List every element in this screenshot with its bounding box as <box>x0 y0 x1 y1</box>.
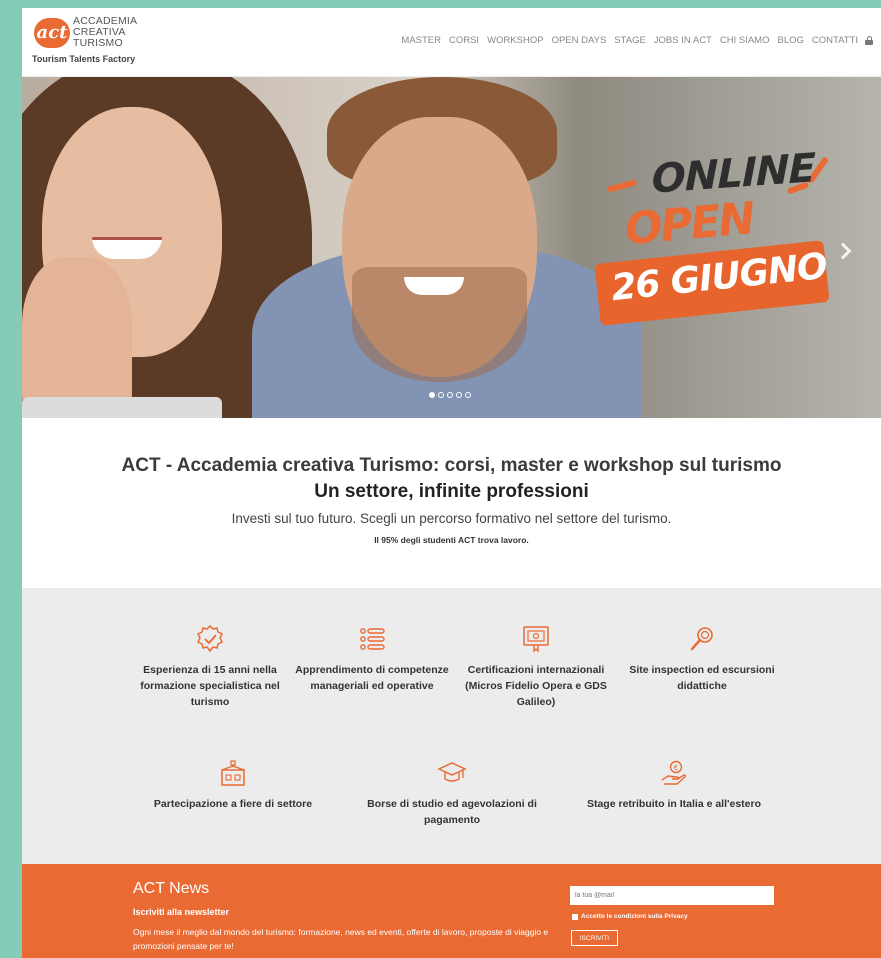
subscribe-button[interactable]: ISCRIVITI <box>571 930 618 946</box>
svg-text:€: € <box>674 764 678 772</box>
feature-fairs: Partecipazione a fiere di settore <box>148 758 318 812</box>
badge-check-icon <box>196 624 224 653</box>
logo-mark: act <box>34 18 70 48</box>
feature-label: Esperienza di 15 anni nella formazione s… <box>140 664 280 708</box>
lock-icon[interactable] <box>865 36 873 45</box>
intro-text: Investi sul tuo futuro. Scegli un percor… <box>231 511 672 526</box>
feature-skills: Apprendimento di competenze manageriali … <box>292 624 452 694</box>
feature-label: Borse di studio ed agevolazioni di pagam… <box>367 798 537 826</box>
feature-label: Apprendimento di competenze manageriali … <box>295 664 449 692</box>
hand-coin-icon: € <box>661 760 687 785</box>
newsletter-email-input[interactable] <box>570 886 774 905</box>
fair-stand-icon <box>221 760 245 786</box>
certificate-monitor-icon <box>523 626 549 653</box>
logo-tagline: Tourism Talents Factory <box>32 54 136 64</box>
graduation-cap-icon <box>437 762 467 782</box>
slider-dot[interactable] <box>465 392 471 398</box>
hero-slider[interactable]: ONLINE OPEN DAY 26 GIUGNO <box>22 77 881 418</box>
slider-dot[interactable] <box>438 392 444 398</box>
slider-dot[interactable] <box>429 392 435 398</box>
newsletter-title: ACT News <box>133 880 210 897</box>
feature-scholarships: Borse di studio ed agevolazioni di pagam… <box>353 758 551 828</box>
page-title: ACT - Accademia creativa Turismo: corsi,… <box>121 455 782 476</box>
newsletter-subtitle: Iscriviti alla newsletter <box>133 907 230 917</box>
nav-item-jobs[interactable]: JOBS IN ACT <box>654 35 712 46</box>
nav-item-open-days[interactable]: OPEN DAYS <box>552 35 607 46</box>
nav-item-blog[interactable]: BLOG <box>778 35 804 46</box>
features-section: Esperienza di 15 anni nella formazione s… <box>22 588 881 864</box>
intro-section: ACT - Accademia creativa Turismo: corsi,… <box>22 418 881 588</box>
intro-stat: Il 95% degli studenti ACT trova lavoro. <box>374 535 529 545</box>
feature-label: Site inspection ed escursioni didattiche <box>629 664 775 692</box>
nav-item-workshop[interactable]: WORKSHOP <box>487 35 543 46</box>
site-header: act ACCADEMIA CREATIVA TURISMO Tourism T… <box>22 8 881 77</box>
slider-dot[interactable] <box>456 392 462 398</box>
hero-photo-laptop <box>22 397 222 418</box>
nav-item-stage[interactable]: STAGE <box>614 35 646 46</box>
hero-photo-woman-smile <box>92 237 162 259</box>
page: act ACCADEMIA CREATIVA TURISMO Tourism T… <box>22 8 881 958</box>
feature-certifications: Certificazioni internazionali (Micros Fi… <box>456 624 616 710</box>
site-logo[interactable]: act ACCADEMIA CREATIVA TURISMO Tourism T… <box>32 14 172 70</box>
nav-item-master[interactable]: MASTER <box>401 35 441 46</box>
newsletter-text: Ogni mese il meglio dal mondo del turism… <box>133 927 549 951</box>
magnifier-icon <box>690 627 713 651</box>
hero-photo-hand <box>22 257 132 418</box>
feature-label: Stage retribuito in Italia e all'estero <box>586 798 762 810</box>
newsletter-section: ACT News Iscriviti alla newsletter Ogni … <box>22 864 881 958</box>
slider-dot[interactable] <box>447 392 453 398</box>
privacy-consent-label: Accetto le condizioni sulla Privacy <box>581 913 688 920</box>
nav-item-contatti[interactable]: CONTATTI <box>812 35 858 46</box>
logo-text-line3: TURISMO <box>73 37 123 49</box>
list-icon <box>360 628 385 650</box>
feature-site-inspection: Site inspection ed escursioni didattiche <box>622 624 782 694</box>
feature-paid-internship: € Stage retribuito in Italia e all'ester… <box>574 758 774 812</box>
main-nav: MASTER CORSI WORKSHOP OPEN DAYS STAGE JO… <box>393 35 873 46</box>
privacy-checkbox[interactable] <box>572 913 578 920</box>
feature-experience: Esperienza di 15 anni nella formazione s… <box>130 624 290 710</box>
feature-label: Certificazioni internazionali (Micros Fi… <box>465 664 607 708</box>
hero-photo-man-smile <box>404 277 464 295</box>
nav-item-corsi[interactable]: CORSI <box>449 35 479 46</box>
promo-streak <box>606 179 638 193</box>
open-day-promo[interactable]: ONLINE OPEN DAY 26 GIUGNO <box>594 145 837 326</box>
page-subtitle: Un settore, infinite professioni <box>314 481 589 502</box>
slider-dots <box>429 392 474 398</box>
feature-label: Partecipazione a fiere di settore <box>153 798 313 810</box>
newsletter-consent[interactable]: Accetto le condizioni sulla Privacy <box>572 913 688 920</box>
nav-item-chi-siamo[interactable]: CHI SIAMO <box>720 35 770 46</box>
